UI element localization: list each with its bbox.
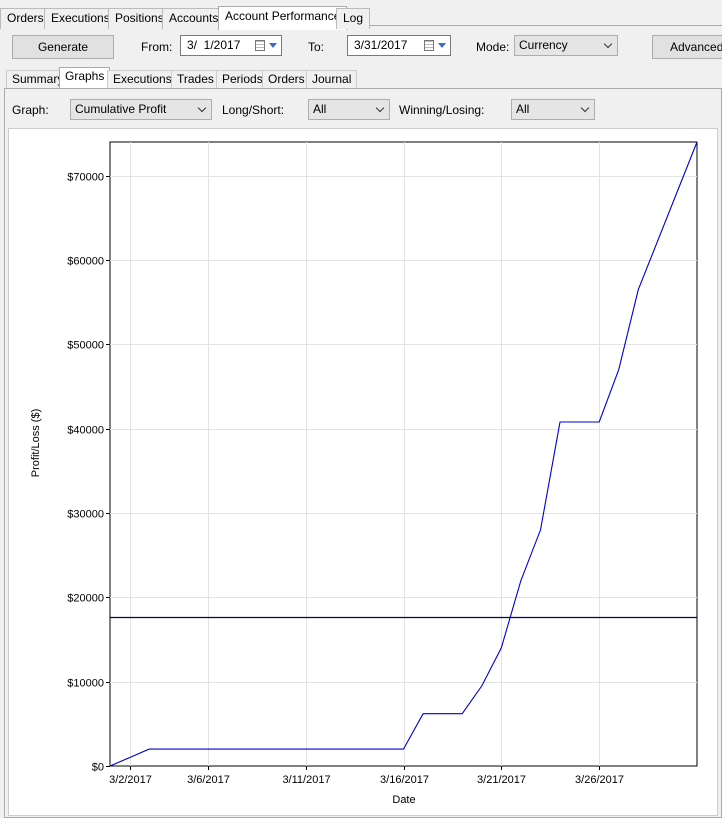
winlose-select[interactable]: All [511,99,595,120]
subtab-executions[interactable]: Executions [107,70,178,89]
x-axis-label: Date [392,794,415,806]
y-tick-label: $20000 [67,593,104,605]
subtab-graphs[interactable]: Graphs [59,67,111,89]
chevron-down-icon [197,103,207,113]
longshort-value: All [313,102,327,116]
tab-accounts[interactable]: Accounts [162,8,226,29]
tab-account-performance[interactable]: Account Performance [218,6,348,30]
to-date-value: 3/31/2017 [354,38,408,52]
x-tick-label: 3/16/2017 [380,774,429,786]
y-tick-label: $70000 [67,172,104,184]
y-tick-label: $40000 [67,425,104,437]
from-date-value: 3/ 1/2017 [187,38,241,52]
calendar-icon[interactable] [424,40,434,51]
x-tick-label: 3/26/2017 [575,774,624,786]
y-tick-label: $50000 [67,340,104,352]
graph-value: Cumulative Profit [75,102,167,116]
x-tick-label: 3/2/2017 [109,774,152,786]
dropdown-arrow-icon[interactable] [438,43,446,48]
dropdown-arrow-icon[interactable] [269,43,277,48]
profit-series-line [109,141,698,767]
advanced-button[interactable]: Advanced [652,35,722,59]
chevron-down-icon [603,39,613,49]
top-tab-strip: Orders Executions Positions Accounts Acc… [0,4,722,30]
to-date-picker[interactable]: 3/31/2017 [347,35,451,56]
subtab-orders[interactable]: Orders [262,70,311,89]
mode-value: Currency [519,38,568,52]
graph-select[interactable]: Cumulative Profit [70,99,212,120]
y-tick-label: $30000 [67,509,104,521]
plot-frame [109,141,698,767]
tab-log[interactable]: Log [336,8,371,29]
x-tick-label: 3/21/2017 [477,774,526,786]
subtab-trades[interactable]: Trades [171,70,220,89]
y-axis-label: Profit/Loss ($) [30,409,42,477]
mode-label: Mode: [476,40,510,54]
from-label: From: [141,40,173,54]
calendar-icon[interactable] [255,40,265,51]
y-tick-label: $60000 [67,256,104,268]
subtab-periods[interactable]: Periods [216,70,269,89]
from-date-picker[interactable]: 3/ 1/2017 [180,35,282,56]
y-tick-label: $10000 [67,678,104,690]
x-tick-label: 3/6/2017 [187,774,230,786]
chart-area: $0 $10000 $20000 $30000 $40000 $50000 $60000 $7… [8,128,718,816]
chevron-down-icon [580,103,590,113]
longshort-label: Long/Short: [222,103,285,117]
x-tick-label: 3/11/2017 [282,774,330,786]
cumulative-profit-chart: $0 $10000 $20000 $30000 $40000 $50000 $60000 $7… [30,141,698,806]
graph-label: Graph: [12,103,49,117]
subtab-journal[interactable]: Journal [306,70,358,89]
y-tick-label: $0 [92,762,104,774]
longshort-select[interactable]: All [308,99,390,120]
winlose-label: Winning/Losing: [399,103,485,117]
tab-executions[interactable]: Executions [44,8,117,29]
chevron-down-icon [375,103,385,113]
winlose-value: All [516,102,530,116]
to-label: To: [308,40,325,54]
generate-button[interactable]: Generate [12,35,114,59]
mode-select[interactable]: Currency [514,35,618,56]
